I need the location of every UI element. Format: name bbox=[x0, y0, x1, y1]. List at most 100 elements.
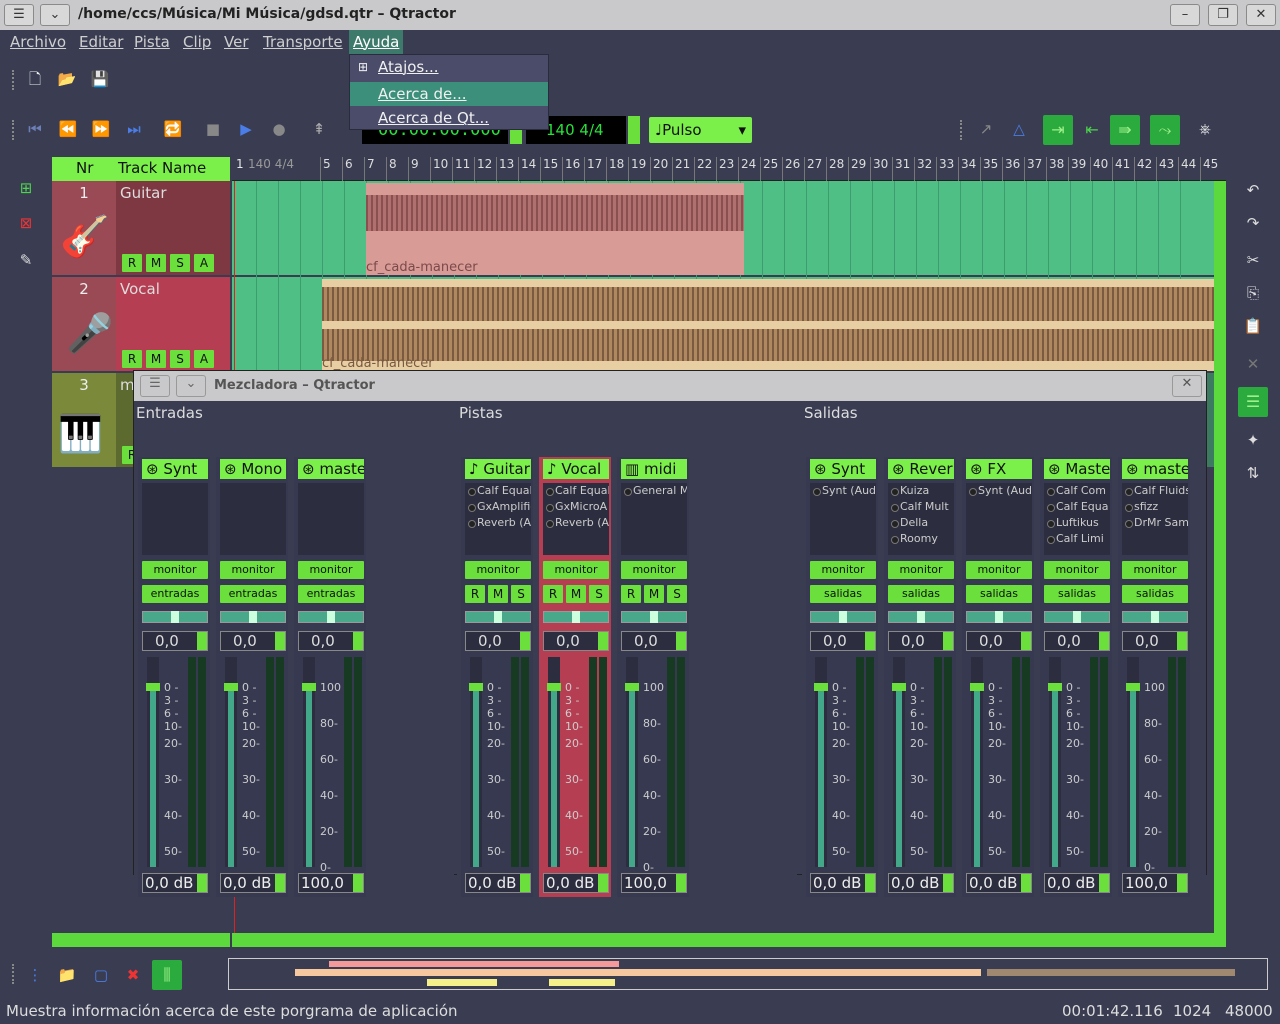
menu-archivo[interactable]: Archivo bbox=[10, 33, 66, 51]
track-list-scrollbar[interactable] bbox=[52, 933, 230, 947]
delete-icon[interactable]: ✕ bbox=[1242, 353, 1264, 375]
io-button[interactable]: salidas bbox=[1122, 585, 1188, 603]
record-button[interactable]: R bbox=[122, 254, 142, 272]
pan-slider[interactable] bbox=[142, 611, 208, 623]
volume-spin[interactable] bbox=[275, 874, 285, 892]
volume-value[interactable]: 0,0 dB bbox=[1044, 873, 1110, 893]
volume-value[interactable]: 0,0 dB bbox=[142, 873, 208, 893]
plugin-item[interactable]: Roomy bbox=[888, 531, 954, 547]
strip-name-button[interactable]: ⊛ Master bbox=[1044, 459, 1110, 479]
io-button[interactable]: entradas bbox=[142, 585, 208, 603]
remove-track-icon[interactable]: ⊠ bbox=[15, 212, 37, 234]
volume-fader[interactable] bbox=[625, 657, 639, 867]
volume-fader[interactable] bbox=[302, 657, 316, 867]
menu-ayuda[interactable]: Ayuda bbox=[349, 30, 404, 54]
gain-spinbox[interactable]: 0,0 bbox=[298, 631, 364, 651]
minimize-button[interactable]: – bbox=[1170, 4, 1200, 26]
connections-icon[interactable]: ✖ bbox=[122, 964, 144, 986]
plugin-list[interactable] bbox=[298, 483, 364, 555]
pan-handle[interactable] bbox=[995, 611, 1003, 623]
volume-value[interactable]: 0,0 dB bbox=[543, 873, 609, 893]
cut-icon[interactable]: ✂ bbox=[1242, 249, 1264, 271]
track-row[interactable]: 1 🎸 Guitar R M S A bbox=[52, 181, 230, 275]
monitor-button[interactable]: monitor bbox=[543, 561, 609, 579]
auto-icon[interactable]: ⤳ bbox=[1150, 115, 1180, 145]
mute-button[interactable]: M bbox=[488, 585, 508, 603]
monitor-button[interactable]: monitor bbox=[465, 561, 531, 579]
monitor-button[interactable]: monitor bbox=[621, 561, 687, 579]
io-button[interactable]: salidas bbox=[810, 585, 876, 603]
mixer-icon[interactable]: ⫼ bbox=[152, 960, 182, 990]
window-menu-button[interactable]: ☰ bbox=[4, 4, 34, 26]
pan-slider[interactable] bbox=[298, 611, 364, 623]
volume-spin[interactable] bbox=[1021, 874, 1031, 892]
paste-icon[interactable]: 📋 bbox=[1242, 315, 1264, 337]
loop-set-icon[interactable]: ⇤ bbox=[1077, 115, 1107, 145]
timeline-ruler[interactable]: 1 140 4/4 5 6 7 8 9 10 11 12 13 14 15 16 17 18 19 20 21 2… bbox=[232, 157, 1226, 181]
strip-name-button[interactable]: ♪ Guitar bbox=[465, 459, 531, 479]
volume-spin[interactable] bbox=[520, 874, 530, 892]
toolbar-grip[interactable] bbox=[12, 120, 16, 140]
strip-name-button[interactable]: ⊛ master bbox=[1122, 459, 1188, 479]
gain-spin[interactable] bbox=[943, 632, 953, 650]
close-button[interactable]: ✕ bbox=[1246, 4, 1276, 26]
strip-name-button[interactable]: ⊛ Synt bbox=[810, 459, 876, 479]
solo-button[interactable]: S bbox=[589, 585, 609, 603]
fader-handle[interactable] bbox=[469, 683, 483, 691]
io-button[interactable]: salidas bbox=[888, 585, 954, 603]
panic-icon[interactable]: ⎈ bbox=[1194, 118, 1216, 140]
volume-value[interactable]: 100,0 bbox=[298, 873, 364, 893]
plugin-item[interactable]: Calf Fluids bbox=[1122, 483, 1188, 499]
fader-handle[interactable] bbox=[1048, 683, 1062, 691]
plugin-item[interactable]: DrMr Sam bbox=[1122, 515, 1188, 531]
mixer-menu-button[interactable]: ☰ bbox=[140, 375, 170, 397]
gain-spinbox[interactable]: 0,0 bbox=[543, 631, 609, 651]
gain-spinbox[interactable]: 0,0 bbox=[810, 631, 876, 651]
play-icon[interactable]: ▶ bbox=[235, 118, 257, 140]
automation-button[interactable]: A bbox=[194, 350, 214, 368]
record-icon[interactable]: ● bbox=[268, 118, 290, 140]
volume-spin[interactable] bbox=[197, 874, 207, 892]
undo-icon[interactable]: ↶ bbox=[1242, 179, 1264, 201]
plugin-item[interactable]: Calf Limi bbox=[1044, 531, 1110, 547]
mixer-toggle-icon[interactable]: ☰ bbox=[1238, 387, 1268, 417]
plugin-item[interactable]: Kuiza bbox=[888, 483, 954, 499]
open-folder-icon[interactable]: 📂 bbox=[56, 68, 78, 90]
strip-name-button[interactable]: ⊛ master bbox=[298, 459, 364, 479]
fader-handle[interactable] bbox=[302, 683, 316, 691]
volume-value[interactable]: 0,0 dB bbox=[966, 873, 1032, 893]
gain-spinbox[interactable]: 0,0 bbox=[465, 631, 531, 651]
gain-spin[interactable] bbox=[865, 632, 875, 650]
clip-normalize-icon[interactable]: ⇅ bbox=[1242, 462, 1264, 484]
pan-handle[interactable] bbox=[917, 611, 925, 623]
mixer-close-button[interactable]: ✕ bbox=[1172, 375, 1202, 397]
edit-track-icon[interactable]: ✎ bbox=[15, 249, 37, 271]
metronome-icon[interactable]: △ bbox=[1008, 118, 1030, 140]
plugin-list[interactable]: Synt (Audi bbox=[810, 483, 876, 555]
pan-slider[interactable] bbox=[543, 611, 609, 623]
pan-handle[interactable] bbox=[327, 611, 335, 623]
loop-icon[interactable]: 🔁 bbox=[162, 118, 184, 140]
fader-handle[interactable] bbox=[146, 683, 160, 691]
volume-value[interactable]: 0,0 dB bbox=[220, 873, 286, 893]
strip-name-button[interactable]: ▥ midi bbox=[621, 459, 687, 479]
volume-fader[interactable] bbox=[892, 657, 906, 867]
mute-button[interactable]: M bbox=[566, 585, 586, 603]
plugin-item[interactable]: Calf Com bbox=[1044, 483, 1110, 499]
volume-value[interactable]: 0,0 dB bbox=[465, 873, 531, 893]
volume-fader[interactable] bbox=[146, 657, 160, 867]
go-start-icon[interactable]: ⏮ bbox=[24, 118, 46, 140]
toolbar-grip[interactable] bbox=[960, 120, 964, 140]
gain-spin[interactable] bbox=[275, 632, 285, 650]
io-button[interactable]: salidas bbox=[1044, 585, 1110, 603]
gain-spin[interactable] bbox=[197, 632, 207, 650]
menu-transporte[interactable]: Transporte bbox=[263, 33, 343, 51]
copy-icon[interactable]: ⎘ bbox=[1242, 282, 1264, 304]
plugin-list[interactable] bbox=[142, 483, 208, 555]
horizontal-scrollbar[interactable] bbox=[232, 933, 1226, 947]
volume-spin[interactable] bbox=[865, 874, 875, 892]
gain-spinbox[interactable]: 0,0 bbox=[1044, 631, 1110, 651]
fast-forward-icon[interactable]: ⏩ bbox=[90, 118, 112, 140]
pan-handle[interactable] bbox=[171, 611, 179, 623]
pan-slider[interactable] bbox=[966, 611, 1032, 623]
